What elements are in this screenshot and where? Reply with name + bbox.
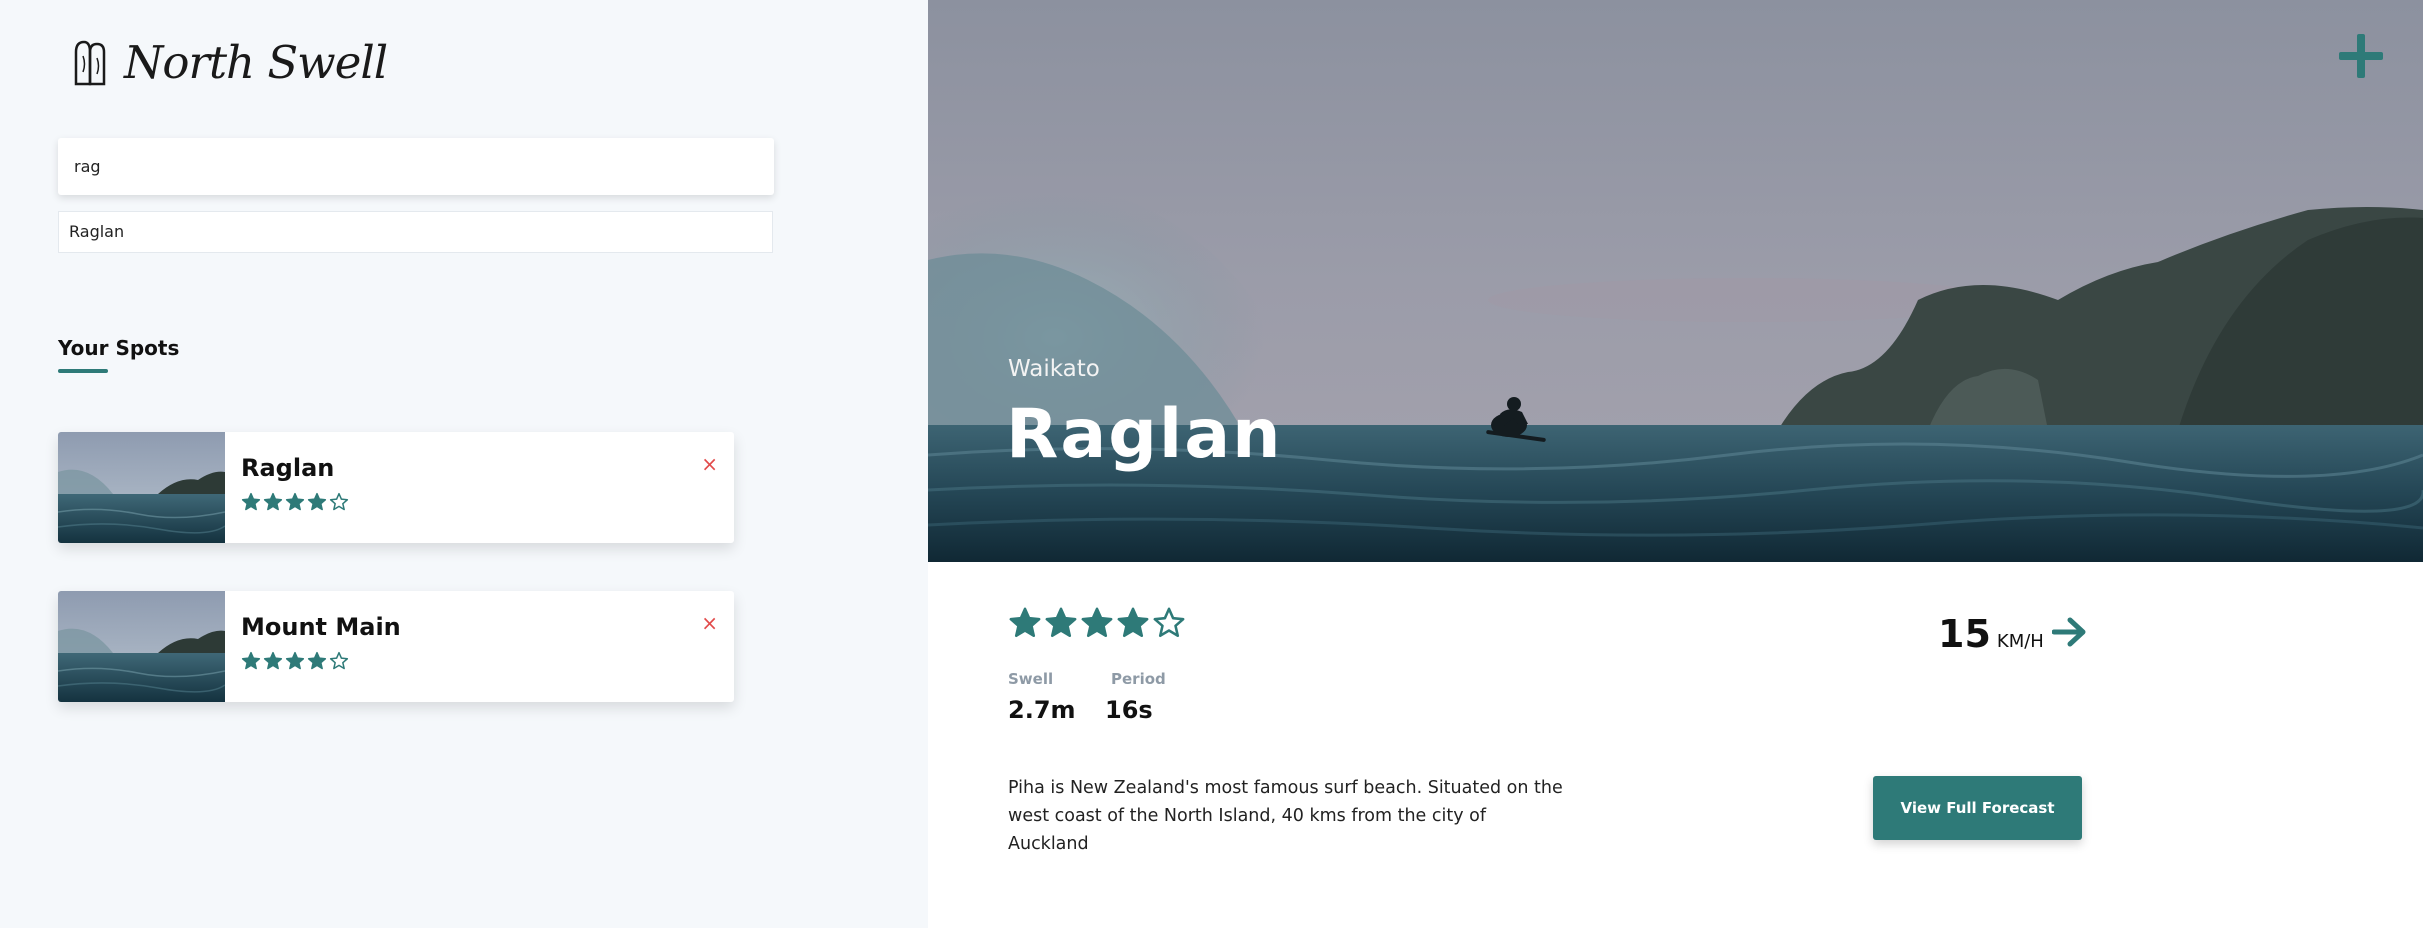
your-spots-heading: Your Spots	[58, 336, 180, 360]
logo[interactable]: North Swell	[70, 36, 388, 89]
star-filled-icon	[285, 651, 305, 670]
star-filled-icon	[1009, 607, 1041, 638]
swell-label: Swell	[1008, 670, 1054, 688]
star-filled-icon	[307, 651, 327, 670]
hero-image: Waikato Raglan	[928, 0, 2423, 562]
period-value: 16s	[1105, 696, 1153, 724]
wind-direction-arrow-icon	[2052, 617, 2086, 647]
period-label: Period	[1111, 670, 1166, 688]
star-empty-icon	[329, 651, 349, 670]
star-filled-icon	[1117, 607, 1149, 638]
spot-details: 15 KM/H Swell 2.7m Period 16s Piha is Ne…	[928, 562, 2423, 928]
hero-photo	[928, 0, 2423, 562]
swell-value: 2.7m	[1008, 696, 1076, 724]
star-filled-icon	[307, 492, 327, 511]
search-suggestion[interactable]: Raglan	[58, 211, 773, 253]
spot-region: Waikato	[1008, 356, 1100, 382]
app-name: North Swell	[124, 36, 388, 89]
star-filled-icon	[263, 651, 283, 670]
remove-spot-button[interactable]: ×	[701, 454, 718, 474]
spot-thumbnail	[58, 432, 225, 543]
star-filled-icon	[285, 492, 305, 511]
remove-spot-button[interactable]: ×	[701, 613, 718, 633]
spot-title: Raglan	[1006, 395, 1283, 474]
star-filled-icon	[241, 492, 261, 511]
wind-speed: 15 KM/H	[1938, 612, 2044, 656]
spot-description: Piha is New Zealand's most famous surf b…	[1008, 778, 1563, 854]
star-filled-icon	[263, 492, 283, 511]
search-input[interactable]	[58, 138, 774, 195]
spot-thumbnail	[58, 591, 225, 702]
spot-card-raglan[interactable]: Raglan ×	[58, 432, 734, 543]
spot-rating	[241, 651, 349, 671]
spot-rating-large	[1008, 606, 1186, 640]
sidebar-panel: North Swell Raglan Your Spots	[0, 0, 928, 928]
star-filled-icon	[1045, 607, 1077, 638]
star-empty-icon	[1153, 607, 1185, 638]
spot-card-mount-main[interactable]: Mount Main ×	[58, 591, 734, 702]
star-filled-icon	[241, 651, 261, 670]
star-filled-icon	[1081, 607, 1113, 638]
star-empty-icon	[329, 492, 349, 511]
view-full-forecast-button[interactable]: View Full Forecast	[1873, 776, 2082, 840]
heading-underline	[58, 369, 108, 373]
wind-value: 15	[1938, 612, 1991, 656]
wind-unit: KM/H	[1996, 631, 2044, 652]
spot-rating	[241, 492, 349, 512]
spot-name: Raglan	[241, 454, 335, 482]
spot-name: Mount Main	[241, 613, 401, 641]
plus-icon[interactable]	[2339, 34, 2383, 78]
surfboards-icon	[74, 40, 106, 85]
